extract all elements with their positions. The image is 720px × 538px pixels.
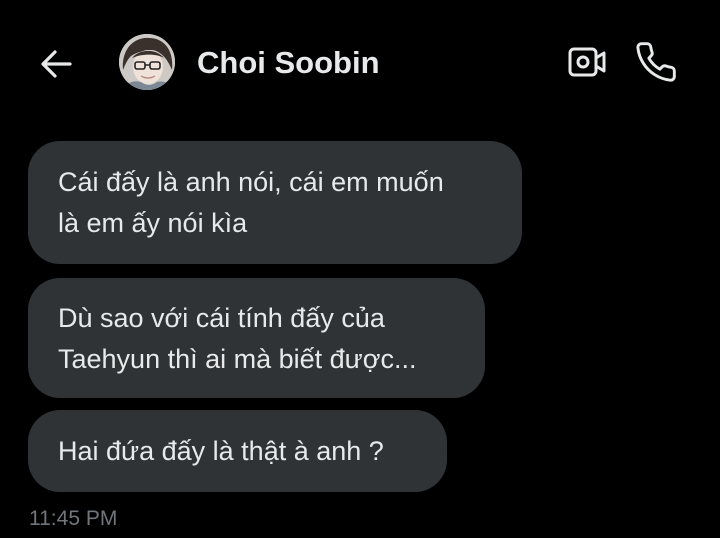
message-text-line: Taehyun thì ai mà biết được... xyxy=(58,344,417,374)
message-text-line: Dù sao với cái tính đấy của xyxy=(58,303,385,333)
message-bubble[interactable]: Hai đứa đấy là thật à anh ? xyxy=(28,410,447,492)
phone-icon xyxy=(636,42,676,82)
conversation-header: Choi Soobin xyxy=(0,0,720,130)
contact-avatar[interactable] xyxy=(119,34,175,90)
message-text-line: Hai đứa đấy là thật à anh ? xyxy=(58,436,384,466)
message-text-line: là em ấy nói kìa xyxy=(58,208,248,238)
message-timestamp: 11:45 PM xyxy=(29,507,118,530)
arrow-left-icon xyxy=(41,50,72,78)
avatar-photo xyxy=(119,34,175,90)
message-bubble[interactable]: Dù sao với cái tính đấy của Taehyun thì … xyxy=(28,278,485,398)
contact-name[interactable]: Choi Soobin xyxy=(197,45,380,81)
back-button[interactable] xyxy=(36,44,76,84)
video-call-button[interactable] xyxy=(566,42,608,82)
message-bubble[interactable]: Cái đấy là anh nói, cái em muốn là em ấy… xyxy=(28,141,522,264)
message-text-line: Cái đấy là anh nói, cái em muốn xyxy=(58,167,444,197)
video-camera-icon xyxy=(568,47,606,77)
voice-call-button[interactable] xyxy=(634,40,678,84)
